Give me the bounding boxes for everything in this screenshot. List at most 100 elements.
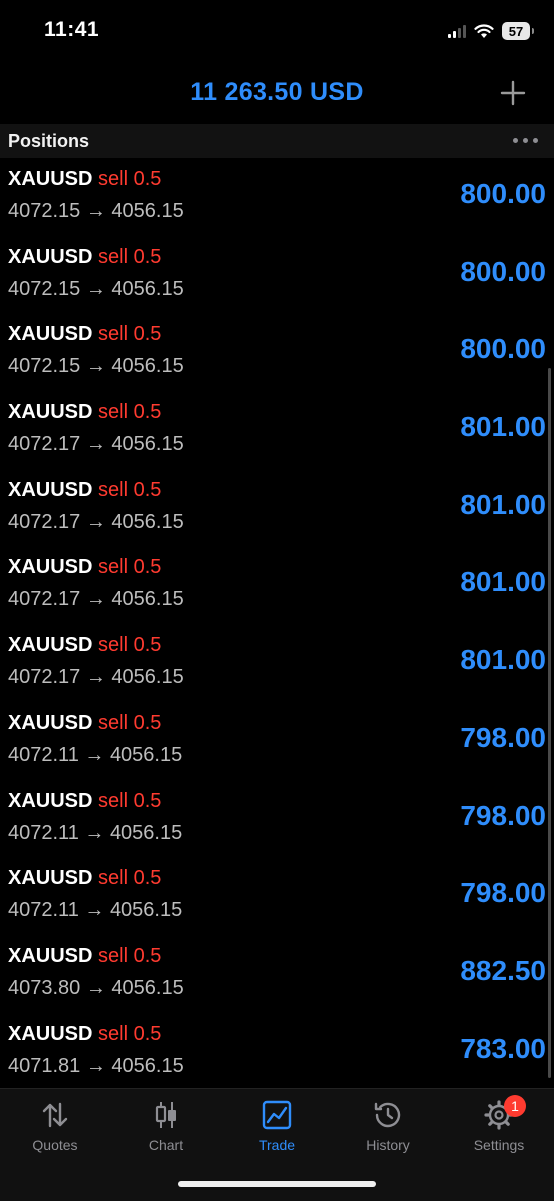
open-price: 4072.11 [8,743,79,766]
open-price: 4073.80 [8,976,81,999]
position-row[interactable]: XAUUSD sell 0.5 4072.15 → 4056.15 800.00 [0,313,554,391]
position-row[interactable]: XAUUSD sell 0.5 4072.17 → 4056.15 801.00 [0,624,554,702]
position-side: sell [98,1022,129,1045]
candlestick-icon [155,1102,176,1128]
position-title: XAUUSD sell 0.5 [8,1023,161,1046]
position-row[interactable]: XAUUSD sell 0.5 4072.11 → 4056.15 798.00 [0,857,554,935]
position-prices: 4072.17 → 4056.15 [8,511,184,534]
tab-chart[interactable]: Chart [111,1099,221,1153]
position-row[interactable]: XAUUSD sell 0.5 4072.15 → 4056.15 800.00 [0,236,554,314]
position-row[interactable]: XAUUSD sell 0.5 4071.81 → 4056.15 783.00 [0,1013,554,1086]
position-symbol: XAUUSD [8,1022,93,1045]
position-profit: 882.50 [460,954,546,986]
positions-section-header: Positions [0,124,554,158]
position-row[interactable]: XAUUSD sell 0.5 4072.11 → 4056.15 798.00 [0,702,554,780]
tab-trade[interactable]: Trade [222,1099,332,1153]
trade-chart-icon [262,1100,292,1130]
tab-history[interactable]: History [333,1099,443,1153]
position-prices: 4072.17 → 4056.15 [8,666,184,689]
open-price: 4072.17 [8,666,81,689]
open-price: 4072.17 [8,510,81,533]
status-icons: 57 [448,22,534,40]
position-row[interactable]: XAUUSD sell 0.5 4072.15 → 4056.15 800.00 [0,158,554,236]
open-price: 4072.17 [8,433,81,456]
status-bar: 11:41 57 [0,0,554,66]
position-volume: 0.5 [133,478,162,501]
plus-icon[interactable] [500,80,526,106]
tab-label: Trade [258,1137,296,1153]
battery-icon: 57 [502,22,534,40]
tab-label: Chart [148,1137,184,1153]
position-row[interactable]: XAUUSD sell 0.5 4072.17 → 4056.15 801.00 [0,546,554,624]
position-symbol: XAUUSD [8,556,93,579]
current-price: 4056.15 [109,899,183,922]
tab-quotes[interactable]: Quotes [0,1099,110,1153]
current-price: 4056.15 [111,355,184,378]
tab-label: History [366,1137,410,1153]
position-volume: 0.5 [133,1022,162,1045]
position-symbol: XAUUSD [8,323,93,346]
home-indicator [178,1181,376,1187]
position-row[interactable]: XAUUSD sell 0.5 4072.17 → 4056.15 801.00 [0,469,554,547]
position-title: XAUUSD sell 0.5 [8,168,161,191]
position-prices: 4071.81 → 4056.15 [8,1055,184,1078]
position-side: sell [98,711,129,734]
position-side: sell [98,323,129,346]
position-side: sell [98,168,129,190]
position-prices: 4072.11 → 4056.15 [8,822,182,845]
position-side: sell [98,478,129,501]
position-volume: 0.5 [133,245,162,268]
position-title: XAUUSD sell 0.5 [8,712,161,735]
open-price: 4072.11 [8,821,79,844]
history-clock-icon [374,1102,401,1128]
account-balance: 11 263.50 USD [190,78,364,106]
arrow-icon: → [85,277,106,300]
wifi-icon [474,24,494,38]
arrow-icon: → [84,899,105,922]
more-horizontal-icon[interactable] [513,138,538,143]
position-symbol: XAUUSD [8,168,93,190]
position-row[interactable]: XAUUSD sell 0.5 4073.80 → 4056.15 882.50 [0,935,554,1013]
position-prices: 4072.17 → 4056.15 [8,588,184,611]
arrow-icon: → [84,821,105,844]
position-prices: 4072.11 → 4056.15 [8,744,182,767]
arrow-icon: → [85,200,106,222]
position-volume: 0.5 [133,634,162,657]
open-price: 4072.11 [8,899,79,922]
position-symbol: XAUUSD [8,401,93,424]
current-price: 4056.15 [111,200,184,222]
position-title: XAUUSD sell 0.5 [8,479,161,502]
open-price: 4072.15 [8,277,81,300]
current-price: 4056.15 [111,588,184,611]
position-prices: 4072.17 → 4056.15 [8,433,184,456]
cellular-signal-icon [448,24,466,38]
position-row[interactable]: XAUUSD sell 0.5 4072.17 → 4056.15 801.00 [0,391,554,469]
position-title: XAUUSD sell 0.5 [8,246,161,269]
position-title: XAUUSD sell 0.5 [8,556,161,579]
position-prices: 4072.11 → 4056.15 [8,899,182,922]
tab-settings[interactable]: 1 Settings [444,1095,554,1153]
position-profit: 800.00 [460,333,546,365]
position-profit: 800.00 [460,178,546,209]
position-profit: 798.00 [460,799,546,831]
position-profit: 783.00 [460,1032,546,1064]
position-profit: 800.00 [460,255,546,287]
positions-list: XAUUSD sell 0.5 4072.15 → 4056.15 800.00 XA… [0,158,554,1086]
arrow-icon: → [85,1054,106,1077]
position-symbol: XAUUSD [8,245,93,268]
status-time: 11:41 [44,18,100,41]
current-price: 4056.15 [111,1054,184,1077]
position-symbol: XAUUSD [8,867,93,890]
open-price: 4071.81 [8,1054,81,1077]
position-side: sell [98,944,129,967]
position-title: XAUUSD sell 0.5 [8,790,161,813]
position-volume: 0.5 [133,944,162,967]
position-symbol: XAUUSD [8,711,93,734]
current-price: 4056.15 [109,821,183,844]
position-row[interactable]: XAUUSD sell 0.5 4072.11 → 4056.15 798.00 [0,780,554,858]
position-profit: 801.00 [460,488,546,520]
scroll-indicator [548,368,551,1078]
position-volume: 0.5 [133,168,162,190]
current-price: 4056.15 [111,510,184,533]
open-price: 4072.17 [8,588,81,611]
